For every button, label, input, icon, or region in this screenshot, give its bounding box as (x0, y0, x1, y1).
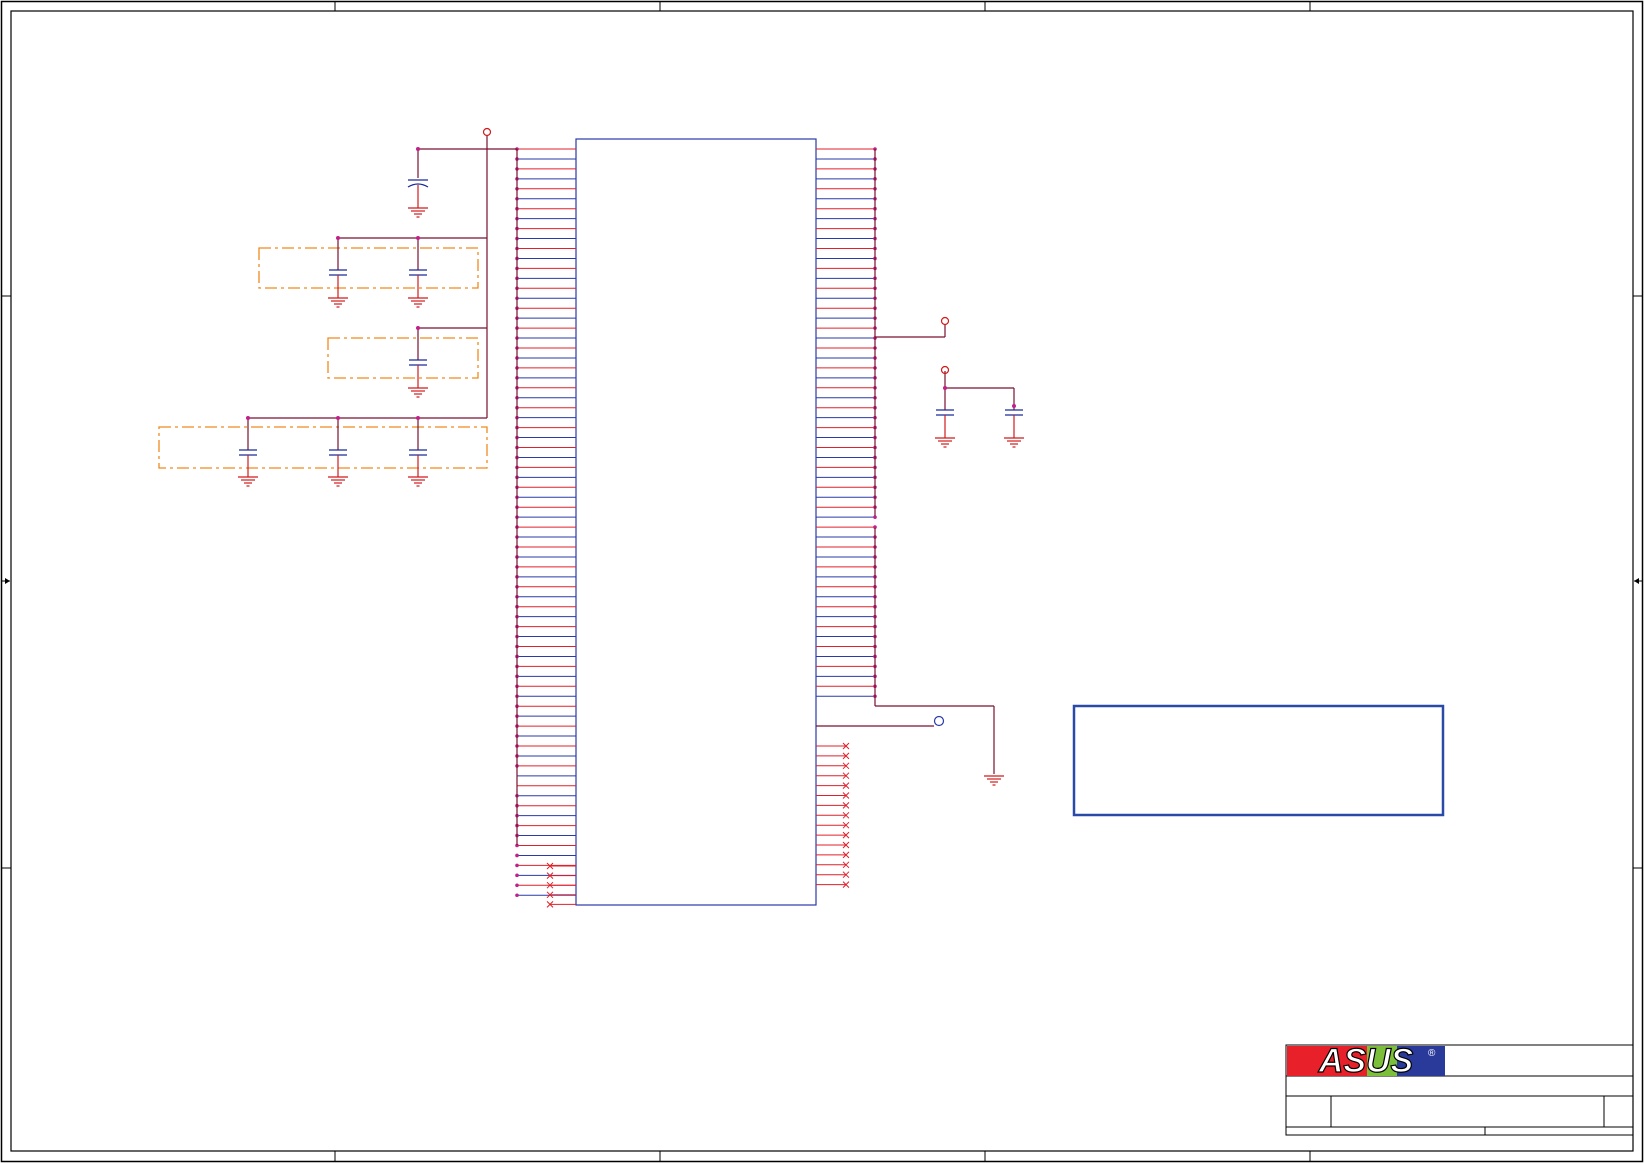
asus-logo: ASUS ® (1287, 1041, 1445, 1081)
center-arrow-right (1634, 578, 1642, 584)
ground-symbol (328, 476, 348, 487)
capacitor (408, 326, 428, 398)
cap-junction (943, 386, 947, 390)
right-power-net (816, 149, 1015, 774)
outer-border (0, 0, 1644, 1163)
cap-junction (1012, 404, 1016, 408)
center-arrow-left (2, 578, 10, 584)
cap-junction (416, 236, 420, 240)
drawing-frame (0, 0, 1644, 1163)
pin-junction (515, 883, 519, 888)
ground-symbol (408, 476, 428, 487)
registered-mark: ® (1428, 1048, 1436, 1059)
ground-symbol (328, 297, 348, 308)
cap-junction (336, 416, 340, 420)
power-flag-left (482, 127, 492, 137)
ic-right-pins (816, 147, 877, 888)
pin-junction (515, 873, 519, 878)
zone-ticks (1, 1, 1643, 1162)
schematic-sheet: ASUS ® (0, 0, 1644, 1163)
right-capacitors (935, 386, 1024, 448)
decoupling-group-3 (158, 426, 488, 469)
ic-body (575, 138, 817, 906)
ground-symbol (238, 476, 258, 487)
ground-symbol (1004, 437, 1024, 448)
decoupling-group-1 (258, 247, 479, 289)
decoupling-group-2 (327, 337, 479, 379)
ground-symbol (408, 387, 428, 398)
capacitor (1004, 404, 1024, 448)
asus-logo-text: ASUS (1318, 1042, 1414, 1080)
inner-border (10, 10, 1634, 1152)
bulk-capacitor (407, 147, 429, 208)
cap-junction (246, 416, 250, 420)
cap-junction (416, 416, 420, 420)
capacitor (328, 236, 348, 308)
ground-symbol (408, 207, 428, 218)
left-power-net (248, 136, 518, 845)
ground-symbol-right (984, 775, 1004, 786)
capacitor (935, 386, 955, 448)
pin-junction (515, 893, 519, 898)
note-box (1072, 704, 1445, 817)
pin-junction (515, 853, 519, 858)
capacitor (408, 236, 428, 308)
ground-symbol (935, 437, 955, 448)
cap-junction (416, 326, 420, 330)
ic-left-pins (515, 147, 576, 908)
power-flag-right-1 (940, 316, 950, 326)
decoupling-capacitors (238, 236, 428, 487)
ground-symbol (408, 297, 428, 308)
offpage-connector (933, 715, 945, 727)
cap-junction (336, 236, 340, 240)
pin-junction (515, 863, 519, 868)
capacitor (408, 416, 428, 487)
